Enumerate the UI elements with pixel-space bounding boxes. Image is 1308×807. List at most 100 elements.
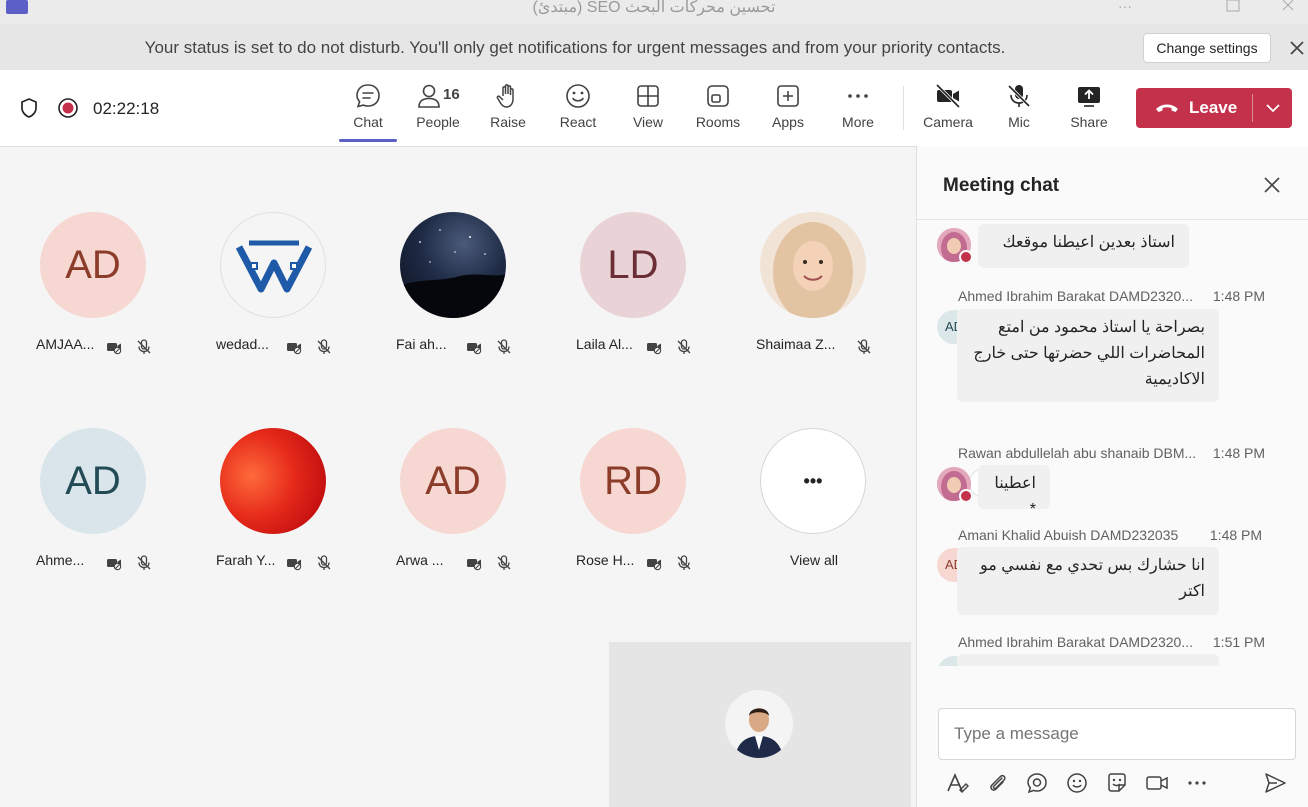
window-close-icon[interactable] xyxy=(1268,0,1308,18)
participant-name: Shaimaa Z... xyxy=(756,336,836,352)
mic-off-icon xyxy=(495,338,513,356)
dnd-status-icon xyxy=(959,250,973,264)
change-settings-button[interactable]: Change settings xyxy=(1143,33,1271,63)
participant-name: wedad... xyxy=(216,336,269,352)
mic-off-icon xyxy=(675,338,693,356)
participant-tile[interactable]: RD Rose H... xyxy=(559,428,709,628)
chat-button[interactable]: Chat xyxy=(335,82,401,138)
raise-hand-button[interactable]: Raise xyxy=(475,82,541,138)
emoji-smile-icon xyxy=(566,84,590,108)
chat-label: Chat xyxy=(353,114,383,130)
share-label: Share xyxy=(1070,114,1108,130)
add-apps-icon xyxy=(777,85,799,107)
wedad-logo-image xyxy=(235,240,313,293)
participant-name: AMJAA... xyxy=(36,336,95,352)
participant-tile[interactable]: LD Laila Al... xyxy=(559,212,709,412)
mic-off-icon xyxy=(675,554,693,572)
more-options-icon[interactable] xyxy=(1184,770,1210,796)
avatar xyxy=(400,212,506,318)
participant-tile[interactable]: Fai ah... xyxy=(379,212,529,412)
apps-button[interactable]: Apps xyxy=(755,82,821,138)
camera-label: Camera xyxy=(923,114,973,130)
message-sender: Ahmed Ibrahim Barakat DAMD2320... xyxy=(958,634,1193,650)
participant-tile[interactable]: Farah Y... xyxy=(199,428,349,628)
camera-off-icon xyxy=(285,554,303,572)
more-label: More xyxy=(842,114,874,130)
camera-off-icon xyxy=(105,338,123,356)
camera-off-icon xyxy=(285,338,303,356)
profile-photo-image xyxy=(773,222,853,318)
chat-message[interactable]: انا حشارك بس تحدي مع نفسي مو اكتر xyxy=(957,547,1219,615)
window-more-icon[interactable]: ··· xyxy=(1105,0,1145,18)
compose-box[interactable] xyxy=(938,708,1296,760)
video-clip-icon[interactable] xyxy=(1144,770,1170,796)
leave-button-group: Leave xyxy=(1136,88,1292,128)
meeting-chat-panel: Meeting chat استاذ بعدين اعيطنا موقعك Ah… xyxy=(916,146,1308,807)
camera-button[interactable]: Camera xyxy=(915,82,981,138)
participant-tile[interactable]: wedad... xyxy=(199,212,349,412)
hang-up-icon xyxy=(1156,104,1178,112)
more-participants-icon: ••• xyxy=(760,428,866,534)
participant-tile[interactable]: AD AMJAA... xyxy=(19,212,169,412)
chevron-down-icon xyxy=(1266,104,1280,113)
message-time: 1:48 PM xyxy=(1212,445,1266,461)
self-view[interactable] xyxy=(609,642,911,807)
rooms-button[interactable]: Rooms xyxy=(685,82,751,138)
message-time: 1:48 PM xyxy=(1209,527,1263,543)
participant-name: Farah Y... xyxy=(216,552,276,568)
participant-tile[interactable]: Shaimaa Z... xyxy=(739,212,889,412)
participant-tile[interactable]: AD Ahme... xyxy=(19,428,169,628)
mic-label: Mic xyxy=(1008,114,1030,130)
rooms-label: Rooms xyxy=(695,114,741,130)
chat-message[interactable]: بصراحة يا استاذ محمود من امتع المحاضرات … xyxy=(957,309,1219,402)
more-button[interactable]: More xyxy=(825,82,891,138)
avatar: RD xyxy=(580,428,686,534)
avatar-initials: AD xyxy=(425,459,481,503)
close-icon[interactable] xyxy=(1261,174,1283,196)
sticker-icon[interactable] xyxy=(1104,770,1130,796)
mic-off-icon xyxy=(315,554,333,572)
camera-off-icon xyxy=(645,338,663,356)
grid-view-icon xyxy=(637,85,659,107)
chat-message[interactable]: استاذ بعدين اعيطنا موقعك xyxy=(978,224,1189,268)
camera-off-icon xyxy=(465,554,483,572)
breakout-rooms-icon xyxy=(707,85,729,107)
emoji-icon[interactable] xyxy=(1064,770,1090,796)
message-meta: Amani Khalid Abuish DAMD232035 1:48 PM xyxy=(958,527,1262,546)
shield-icon[interactable] xyxy=(18,97,40,119)
message-sender: Ahmed Ibrahim Barakat DAMD2320... xyxy=(958,288,1193,304)
message-input[interactable] xyxy=(939,709,1295,759)
dnd-banner-text: Your status is set to do not disturb. Yo… xyxy=(144,38,1006,57)
react-label: React xyxy=(559,114,597,130)
mic-off-icon xyxy=(1007,84,1031,108)
window-maximize-icon[interactable] xyxy=(1213,0,1253,18)
mic-off-icon xyxy=(855,338,873,356)
react-button[interactable]: React xyxy=(545,82,611,138)
mic-button[interactable]: Mic xyxy=(986,82,1052,138)
avatar xyxy=(760,212,866,318)
more-options-icon xyxy=(848,94,868,98)
share-button[interactable]: Share xyxy=(1056,82,1122,138)
send-icon[interactable] xyxy=(1262,770,1288,796)
avatar: AD xyxy=(40,212,146,318)
leave-options-button[interactable] xyxy=(1253,88,1292,128)
people-button[interactable]: 16 People xyxy=(405,82,471,138)
leave-button[interactable]: Leave xyxy=(1136,88,1252,128)
participant-name: Rose H... xyxy=(576,552,635,568)
leave-label: Leave xyxy=(1189,98,1238,117)
chat-active-indicator xyxy=(339,139,397,142)
view-all-tile[interactable]: ••• View all xyxy=(739,428,889,628)
banner-close-icon[interactable] xyxy=(1285,36,1308,60)
chat-message[interactable] xyxy=(957,654,1219,666)
camera-off-icon xyxy=(465,338,483,356)
participant-tile[interactable]: AD Arwa ... xyxy=(379,428,529,628)
view-all-label: View all xyxy=(790,552,838,568)
format-text-icon[interactable] xyxy=(944,770,970,796)
chat-message[interactable]: اعطينا * xyxy=(978,465,1050,518)
view-button[interactable]: View xyxy=(615,82,681,138)
attach-file-icon[interactable] xyxy=(985,770,1011,796)
loop-component-icon[interactable] xyxy=(1024,770,1050,796)
avatar-initials: LD xyxy=(607,243,659,287)
camera-off-icon xyxy=(935,83,961,109)
chat-message-list[interactable]: استاذ بعدين اعيطنا موقعك Ahmed Ibrahim B… xyxy=(917,220,1308,666)
